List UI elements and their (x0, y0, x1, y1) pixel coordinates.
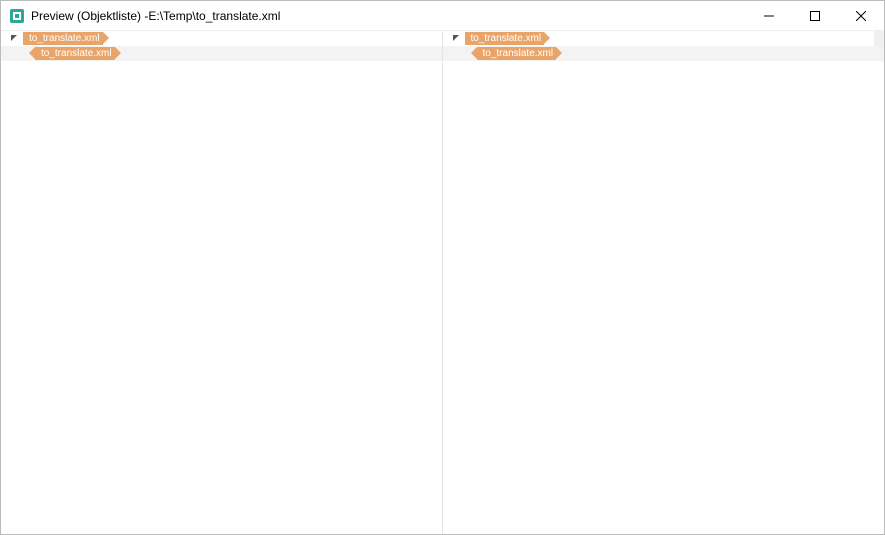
right-tree: to_translate.xml to_translate.xml (443, 31, 885, 61)
tree-row-root[interactable]: to_translate.xml (443, 31, 885, 46)
left-tree: to_translate.xml to_translate.xml (1, 31, 442, 61)
tag-label: to_translate.xml (41, 47, 112, 60)
tree-row-child[interactable]: to_translate.xml (443, 46, 885, 61)
content-area: to_translate.xml to_translate.xml to_tra… (1, 31, 884, 534)
window-title: Preview (Objektliste) -E:\Temp\to_transl… (31, 9, 746, 23)
window-controls (746, 1, 884, 30)
tag-label: to_translate.xml (29, 32, 100, 45)
tag-label: to_translate.xml (483, 47, 554, 60)
app-icon (9, 8, 25, 24)
minimize-button[interactable] (746, 1, 792, 30)
tree-row-root[interactable]: to_translate.xml (1, 31, 442, 46)
maximize-button[interactable] (792, 1, 838, 30)
titlebar: Preview (Objektliste) -E:\Temp\to_transl… (1, 1, 884, 31)
tag-label: to_translate.xml (471, 32, 542, 45)
xml-tag[interactable]: to_translate.xml (35, 47, 115, 60)
right-pane[interactable]: to_translate.xml to_translate.xml (443, 31, 885, 534)
xml-tag[interactable]: to_translate.xml (465, 32, 545, 45)
expand-toggle-icon[interactable] (451, 33, 461, 43)
tree-row-child[interactable]: to_translate.xml (1, 46, 442, 61)
close-button[interactable] (838, 1, 884, 30)
left-pane[interactable]: to_translate.xml to_translate.xml (1, 31, 443, 534)
expand-toggle-icon[interactable] (9, 33, 19, 43)
xml-tag[interactable]: to_translate.xml (477, 47, 557, 60)
xml-tag[interactable]: to_translate.xml (23, 32, 103, 45)
